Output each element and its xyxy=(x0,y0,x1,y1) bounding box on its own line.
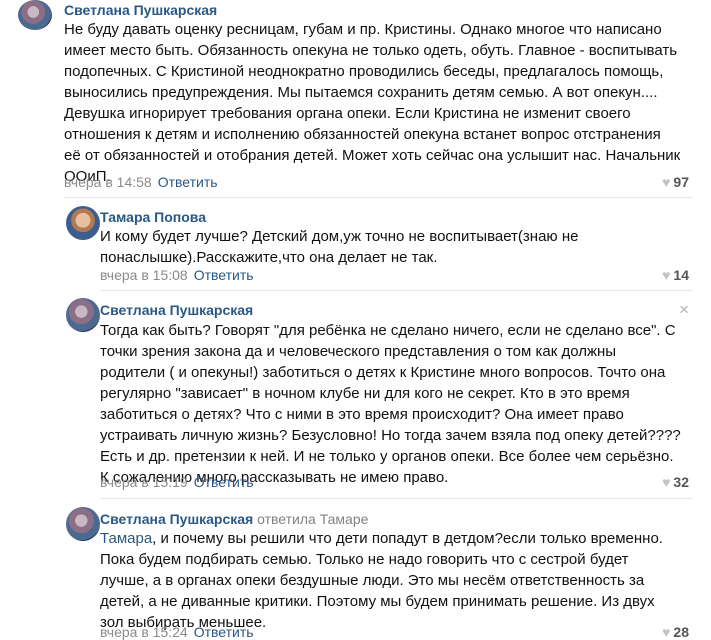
reply-button[interactable]: Ответить xyxy=(194,267,254,283)
comment-line: подопечных. С Кристиной неоднократно про… xyxy=(64,63,664,80)
reply-button[interactable]: Ответить xyxy=(194,624,254,640)
comment-line: заботиться о детях? Что с ними в это вре… xyxy=(100,406,624,423)
comment-time[interactable]: вчера в 15:08 xyxy=(100,267,188,283)
comment-line: устраивать личную жизнь? Безусловно! Но … xyxy=(100,427,681,444)
reply-button[interactable]: Ответить xyxy=(194,474,254,490)
like-count: 28 xyxy=(673,624,689,640)
heart-icon: ♥ xyxy=(662,624,671,640)
comment-time[interactable]: вчера в 14:58 xyxy=(64,174,152,190)
replied-to-link[interactable]: ответила Тамаре xyxy=(257,511,368,527)
comment-author[interactable]: Тамара Попова xyxy=(100,209,206,225)
comment-meta: вчера в 15:08 Ответить xyxy=(100,267,254,283)
divider xyxy=(64,197,693,198)
avatar[interactable] xyxy=(66,206,100,240)
comment-line: Не буду давать оценку ресницам, губам и … xyxy=(64,21,662,38)
avatar[interactable] xyxy=(18,0,52,30)
comment-author-line: Светлана Пушкарская ответила Тамаре xyxy=(100,511,368,527)
comment-line: отношения к детям и исполнению обязаннос… xyxy=(64,126,661,143)
comment-line: Тамара, и почему вы решили что дети попа… xyxy=(100,528,663,549)
like-count: 32 xyxy=(673,474,689,490)
reply-button[interactable]: Ответить xyxy=(158,174,218,190)
like-button[interactable]: ♥ 97 xyxy=(662,174,689,190)
comment-line-rest: , и почему вы решили что дети попадут в … xyxy=(152,530,663,547)
comment-time[interactable]: вчера в 15:24 xyxy=(100,624,188,640)
comment-line: имеет место быть. Обязанность опекуна не… xyxy=(64,42,678,59)
divider xyxy=(100,290,693,291)
comment-meta: вчера в 15:19 Ответить xyxy=(100,474,254,490)
comment-line: лучше, а в органах опеки бездушные люди.… xyxy=(100,572,645,589)
comment-line: детей, а не диванные критики. Поэтому мы… xyxy=(100,593,655,610)
close-icon[interactable]: × xyxy=(679,300,689,320)
comment-line: выносились предупреждения. Мы пытаемся с… xyxy=(64,84,658,101)
comments-page: { "comments": [ { "author": "Светлана Пу… xyxy=(0,0,711,640)
comment-line: Есть и др. претензии к ней. И не только … xyxy=(100,448,674,465)
comment-line: понаслышке).Расскажите,что она делает не… xyxy=(100,249,438,266)
avatar[interactable] xyxy=(66,298,100,332)
comment-line: регулярно "зависает" в ночном клубе ни д… xyxy=(100,385,630,402)
like-count: 97 xyxy=(673,174,689,190)
comment-time[interactable]: вчера в 15:19 xyxy=(100,474,188,490)
comment-author[interactable]: Светлана Пушкарская xyxy=(64,2,217,18)
like-count: 14 xyxy=(673,267,689,283)
comment-line: Девушка игнорирует требования органа опе… xyxy=(64,105,631,122)
heart-icon: ♥ xyxy=(662,267,671,283)
avatar[interactable] xyxy=(66,507,100,541)
heart-icon: ♥ xyxy=(662,474,671,490)
comment-line: Пока будем подбирать семью. Только не на… xyxy=(100,551,629,568)
comment-line: И кому будет лучше? Детский дом,уж точно… xyxy=(100,228,579,245)
comment-line: точки зрения закона да и человеческого п… xyxy=(100,343,617,360)
like-button[interactable]: ♥ 14 xyxy=(662,267,689,283)
comment-author[interactable]: Светлана Пушкарская xyxy=(100,511,253,527)
comment-meta: вчера в 14:58 Ответить xyxy=(64,174,218,190)
comment-line: Тогда как быть? Говорят "для ребёнка не … xyxy=(100,322,676,339)
comment-line: её от обязанностей и отобрания детей. Мо… xyxy=(64,147,681,164)
comment-line: родители ( и опекуны!) заботиться о детя… xyxy=(100,364,666,381)
divider xyxy=(100,498,693,499)
comment-meta: вчера в 15:24 Ответить xyxy=(100,624,254,640)
comment-author[interactable]: Светлана Пушкарская xyxy=(100,302,253,318)
like-button[interactable]: ♥ 32 xyxy=(662,474,689,490)
heart-icon: ♥ xyxy=(662,174,671,190)
like-button[interactable]: ♥ 28 xyxy=(662,624,689,640)
addressee-link[interactable]: Тамара xyxy=(100,530,152,547)
